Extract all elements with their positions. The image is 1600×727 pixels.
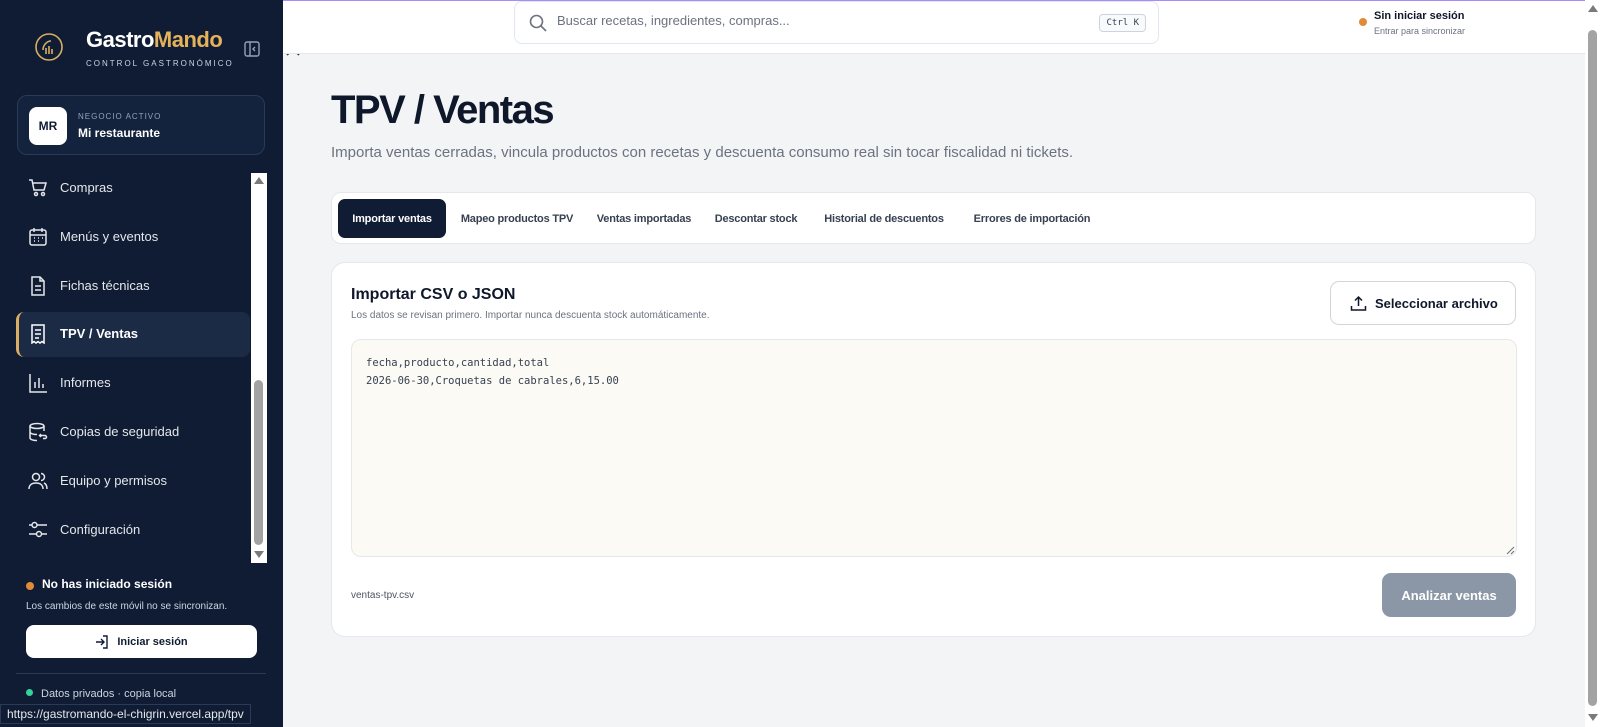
brand-name: GastroMando xyxy=(86,27,223,52)
card-title: Importar CSV o JSON xyxy=(351,286,516,303)
tab-importar-ventas[interactable]: Importar ventas xyxy=(338,199,446,238)
session-note: Los cambios de este móvil no se sincroni… xyxy=(26,601,228,612)
sidebar-item-label: Fichas técnicas xyxy=(60,278,150,293)
brand-subtitle: CONTROL GASTRONÓMICO xyxy=(86,59,234,68)
divider xyxy=(16,673,266,674)
sidebar-item-label: Informes xyxy=(60,375,111,390)
calendar-icon xyxy=(29,228,47,246)
tab-bar: Importar ventas Mapeo productos TPV Vent… xyxy=(331,192,1536,244)
scroll-thumb[interactable] xyxy=(254,380,263,545)
select-file-label: Seleccionar archivo xyxy=(1375,296,1498,311)
privacy-dot xyxy=(26,689,33,696)
session-title: No has iniciado sesión xyxy=(42,577,173,591)
analyze-sales-button[interactable]: Analizar ventas xyxy=(1382,573,1516,617)
tab-descontar-stock[interactable]: Descontar stock xyxy=(706,199,806,238)
sidebar-item-tpv-ventas[interactable]: TPV / Ventas xyxy=(16,312,250,357)
search-box[interactable]: Ctrl K xyxy=(514,1,1159,44)
sidebar-item-label: TPV / Ventas xyxy=(60,326,139,341)
status-url: https://gastromando-el-chigrin.vercel.ap… xyxy=(0,704,251,724)
privacy-note: Datos privados · copia local xyxy=(26,688,176,700)
sliders-icon xyxy=(29,521,47,538)
sidebar-collapse-icon[interactable] xyxy=(243,40,261,58)
scroll-down-arrow-icon[interactable] xyxy=(1588,714,1598,721)
search-input[interactable] xyxy=(557,13,1077,28)
sidebar-item-configuracion[interactable]: Configuración xyxy=(16,508,250,553)
scroll-up-arrow-icon[interactable] xyxy=(254,177,264,184)
tab-errores-importacion[interactable]: Errores de importación xyxy=(961,199,1103,238)
business-name: Mi restaurante xyxy=(78,126,161,140)
status-dot xyxy=(1359,18,1367,26)
import-card: Importar CSV o JSON Los datos se revisan… xyxy=(331,262,1536,637)
login-icon xyxy=(96,634,109,649)
status-title: Sin iniciar sesión xyxy=(1374,10,1465,22)
card-subtitle: Los datos se revisan primero. Importar n… xyxy=(351,310,710,321)
status-dot xyxy=(26,582,34,590)
document-icon xyxy=(31,276,45,296)
login-button[interactable]: Iniciar sesión xyxy=(26,625,257,658)
tab-historial-descuentos[interactable]: Historial de descuentos xyxy=(814,199,954,238)
selected-file-name: ventas-tpv.csv xyxy=(351,590,415,601)
sidebar-item-label: Equipo y permisos xyxy=(60,473,167,488)
page-title: TPV / Ventas xyxy=(331,88,555,132)
business-avatar: MR xyxy=(29,107,67,145)
scroll-down-arrow-icon[interactable] xyxy=(254,551,264,558)
shortcut-hint: Ctrl K xyxy=(1099,14,1146,32)
scroll-thumb[interactable] xyxy=(1588,30,1597,706)
logo-icon xyxy=(35,33,63,61)
business-label: NEGOCIO ACTIVO xyxy=(78,112,162,121)
login-button-label: Iniciar sesión xyxy=(117,635,188,648)
tab-ventas-importadas[interactable]: Ventas importadas xyxy=(589,199,699,238)
status-subtitle: Entrar para sincronizar xyxy=(1374,26,1466,36)
sidebar-item-label: Copias de seguridad xyxy=(60,424,180,439)
sidebar-item-informes[interactable]: Informes xyxy=(16,361,250,406)
database-backup-icon xyxy=(29,422,48,442)
sidebar-item-label: Compras xyxy=(60,180,113,195)
bar-chart-icon xyxy=(29,374,47,393)
business-switcher[interactable]: MR NEGOCIO ACTIVO Mi restaurante xyxy=(17,95,265,155)
sidebar-item-fichas[interactable]: Fichas técnicas xyxy=(16,264,250,309)
page-subtitle: Importa ventas cerradas, vincula product… xyxy=(331,144,1074,161)
scroll-up-arrow-icon[interactable] xyxy=(1588,5,1598,12)
sidebar-item-equipo[interactable]: Equipo y permisos xyxy=(16,459,250,504)
users-icon xyxy=(28,472,48,490)
sidebar-item-label: Menús y eventos xyxy=(60,229,159,244)
sidebar-scrollbar[interactable] xyxy=(251,173,267,563)
sidebar-item-label: Configuración xyxy=(60,522,141,537)
resize-handle-icon[interactable] xyxy=(1506,546,1515,555)
sidebar-item-compras[interactable]: Compras xyxy=(16,166,250,211)
select-file-button[interactable]: Seleccionar archivo xyxy=(1330,281,1516,325)
sidebar-item-copias[interactable]: Copias de seguridad xyxy=(16,410,250,455)
sidebar-item-menus[interactable]: Menús y eventos xyxy=(16,215,250,260)
page-scrollbar[interactable] xyxy=(1585,0,1600,727)
import-data-textarea[interactable]: fecha,producto,cantidad,total 2026-06-30… xyxy=(351,339,1517,557)
cart-icon xyxy=(29,179,47,197)
sidebar-nav: Compras Menús y eventos Fichas técnicas … xyxy=(16,166,250,562)
tab-mapeo-productos[interactable]: Mapeo productos TPV xyxy=(452,199,582,238)
upload-icon xyxy=(1350,295,1367,311)
receipt-icon xyxy=(31,324,45,344)
search-icon xyxy=(529,14,547,32)
sidebar: GastroMando CONTROL GASTRONÓMICO MR NEGO… xyxy=(0,0,283,727)
topbar: Ctrl K Sin iniciar sesión Entrar para si… xyxy=(283,0,1585,54)
